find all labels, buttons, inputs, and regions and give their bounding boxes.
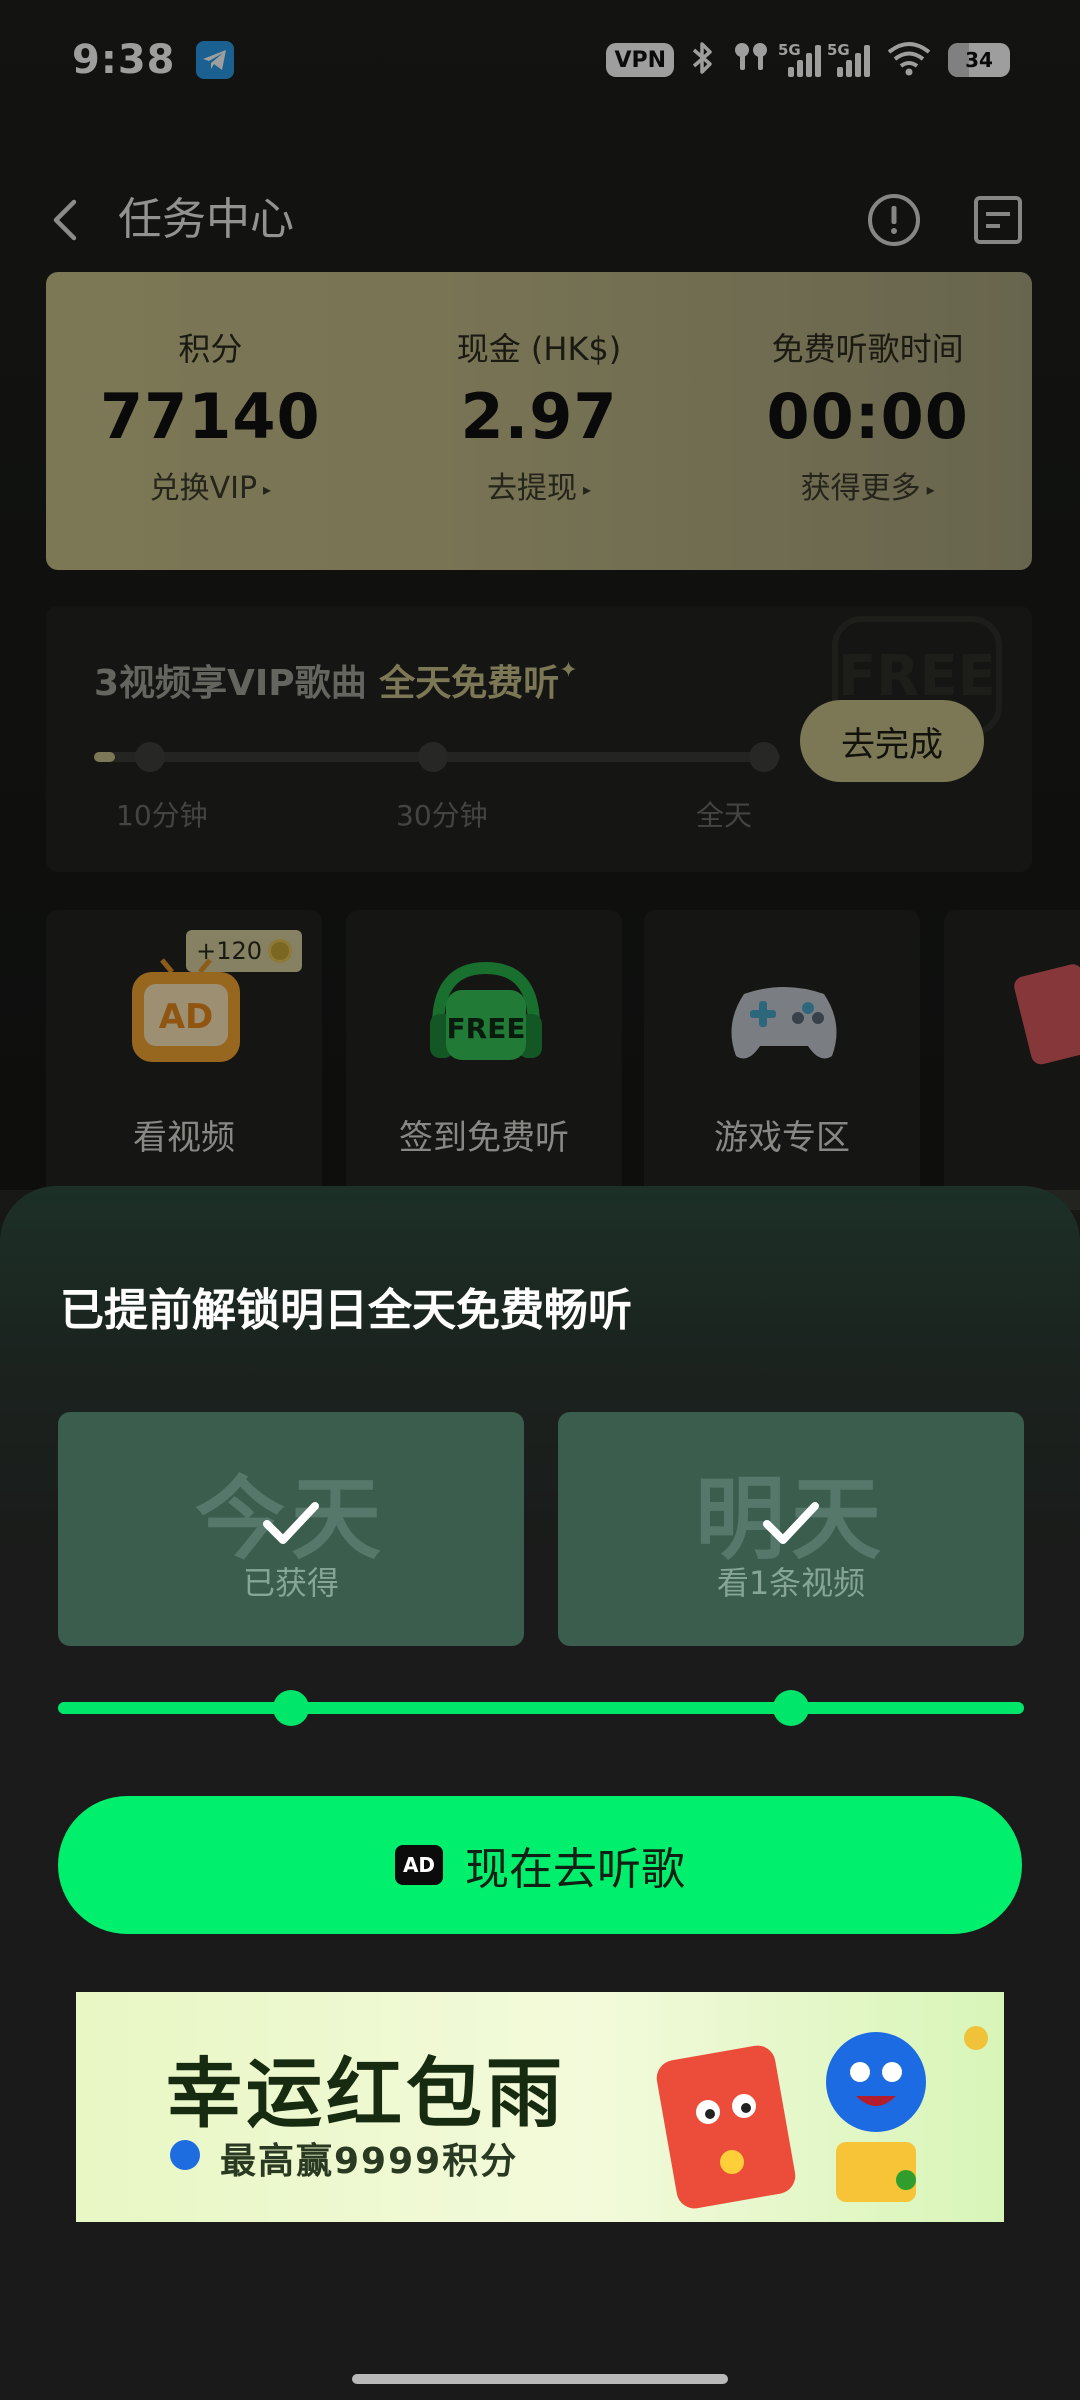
telegram-icon	[195, 41, 234, 79]
promo-title: 幸运红包雨	[166, 2049, 566, 2138]
stat-link-label: 去提现	[486, 471, 577, 506]
page-title: 任务中心	[118, 194, 294, 245]
day-status: 看1条视频	[716, 1564, 866, 1602]
redeem-vip-link[interactable]: 兑换VIP ▸	[150, 463, 272, 507]
stat-free-time: 免费听歌时间 00:00 获得更多 ▸	[703, 272, 1032, 570]
free-headphones-icon: FREE	[430, 961, 542, 1060]
caret-right-icon: ▸	[926, 480, 935, 499]
red-envelope-mascot-icon	[656, 2026, 988, 2209]
earbuds-icon	[732, 40, 772, 80]
go-complete-button[interactable]: 去完成	[800, 700, 984, 782]
signal-icon-sim1: 5G	[778, 41, 821, 77]
lucky-redpacket-banner[interactable]: 幸运红包雨 最高赢9999积分	[76, 1992, 1004, 2222]
battery-level: 34	[965, 48, 993, 72]
tile-partial[interactable]	[944, 910, 1080, 1210]
tile-watch-video[interactable]: +120 AD 看视频	[46, 910, 322, 1210]
stat-cash: 现金 (HK$) 2.97 去提现 ▸	[375, 272, 704, 570]
caret-right-icon: ▸	[263, 480, 272, 499]
sheet-progress-track	[58, 1690, 1024, 1726]
status-time: 9:38	[72, 37, 176, 83]
tile-label: 游戏专区	[714, 1118, 850, 1158]
stat-label: 积分	[178, 330, 243, 368]
document-list-icon	[974, 196, 1022, 244]
status-right: VPN 5G 5G 34	[606, 40, 1010, 80]
home-indicator[interactable]	[352, 2374, 728, 2384]
svg-text:AD: AD	[159, 997, 214, 1037]
vip-progress-track	[94, 742, 780, 772]
stat-value: 2.97	[460, 380, 618, 453]
signal-icon-sim2: 5G	[827, 41, 870, 77]
gamepad-icon	[731, 987, 837, 1059]
sparkle-icon: ✦	[559, 658, 578, 683]
tile-checkin-free[interactable]: FREE 签到免费听	[346, 910, 622, 1210]
ad-icon: AD	[395, 1845, 443, 1885]
blue-orb-icon	[170, 2140, 200, 2170]
listen-now-button[interactable]: AD 现在去听歌	[58, 1796, 1022, 1934]
stat-points: 积分 77140 兑换VIP ▸	[46, 272, 375, 570]
stat-label: 免费听歌时间	[771, 330, 964, 368]
records-button[interactable]	[970, 192, 1026, 248]
vip-task-card: FREE 3视频享VIP歌曲 全天免费听✦ 10分钟 30分钟 全天 去完成	[46, 606, 1032, 872]
stat-label: 现金 (HK$)	[456, 330, 622, 368]
progress-node-tomorrow	[773, 1690, 809, 1726]
back-arrow-icon	[53, 199, 77, 241]
coin-icon	[268, 939, 292, 963]
screen: 9:38 VPN 5G 5G 34 任务中心 积分 77140 兑换VIP ▸ …	[0, 0, 1080, 2400]
info-button[interactable]	[866, 192, 922, 248]
listen-button-label: 现在去听歌	[465, 1844, 685, 1895]
signal-label-sim2: 5G	[827, 41, 850, 59]
check-icon	[763, 1502, 819, 1544]
vip-title-part1: 3视频享VIP歌曲	[94, 663, 367, 704]
sheet-title: 已提前解锁明日全天免费畅听	[60, 1285, 632, 1336]
progress-node-10min	[135, 742, 165, 772]
vip-progress-fill	[94, 752, 115, 762]
status-left: 9:38	[72, 37, 234, 83]
caret-right-icon: ▸	[582, 480, 592, 499]
milestone-label: 10分钟	[116, 799, 208, 832]
header: 任务中心	[0, 180, 1080, 260]
stat-value: 77140	[99, 380, 321, 453]
stat-value: 00:00	[766, 380, 969, 453]
bottom-sheet: 已提前解锁明日全天免费畅听 今天 已获得 明天 看1条视频 AD 现在去听歌 幸…	[0, 1186, 1080, 2400]
tile-label: 签到免费听	[399, 1118, 569, 1158]
progress-node-today	[273, 1690, 309, 1726]
day-status: 已获得	[242, 1564, 339, 1602]
progress-node-allday	[749, 742, 779, 772]
tile-games[interactable]: 游戏专区	[644, 910, 920, 1210]
bluetooth-icon	[690, 40, 716, 80]
check-icon	[263, 1502, 319, 1544]
vip-task-title: 3视频享VIP歌曲 全天免费听✦	[94, 654, 578, 706]
tile-label: 看视频	[133, 1118, 235, 1158]
stat-link-label: 获得更多	[800, 471, 921, 506]
promo-subtitle: 最高赢9999积分	[220, 2141, 519, 2182]
day-card-today: 今天 已获得	[58, 1412, 524, 1646]
svg-text:FREE: FREE	[447, 1012, 526, 1045]
stat-link-label: 兑换VIP	[149, 471, 258, 506]
red-card-icon	[1014, 964, 1080, 1065]
get-more-link[interactable]: 获得更多 ▸	[801, 463, 935, 507]
progress-node-30min	[418, 742, 448, 772]
back-button[interactable]	[40, 192, 96, 248]
status-bar: 9:38 VPN 5G 5G 34	[0, 0, 1080, 120]
milestone-label: 30分钟	[396, 799, 488, 832]
points-card: 积分 77140 兑换VIP ▸ 现金 (HK$) 2.97 去提现 ▸ 免费听歌时…	[46, 272, 1032, 570]
battery-icon: 34	[948, 43, 1010, 77]
day-card-tomorrow: 明天 看1条视频	[558, 1412, 1024, 1646]
milestone-label: 全天	[696, 799, 753, 832]
vip-title-part2: 全天免费听	[379, 663, 560, 704]
wifi-icon	[886, 40, 932, 80]
withdraw-link[interactable]: 去提现 ▸	[487, 463, 591, 507]
signal-label-sim1: 5G	[778, 41, 801, 59]
vpn-badge: VPN	[606, 43, 674, 77]
exclamation-circle-icon	[868, 194, 920, 246]
ad-tv-icon: AD	[132, 958, 240, 1062]
